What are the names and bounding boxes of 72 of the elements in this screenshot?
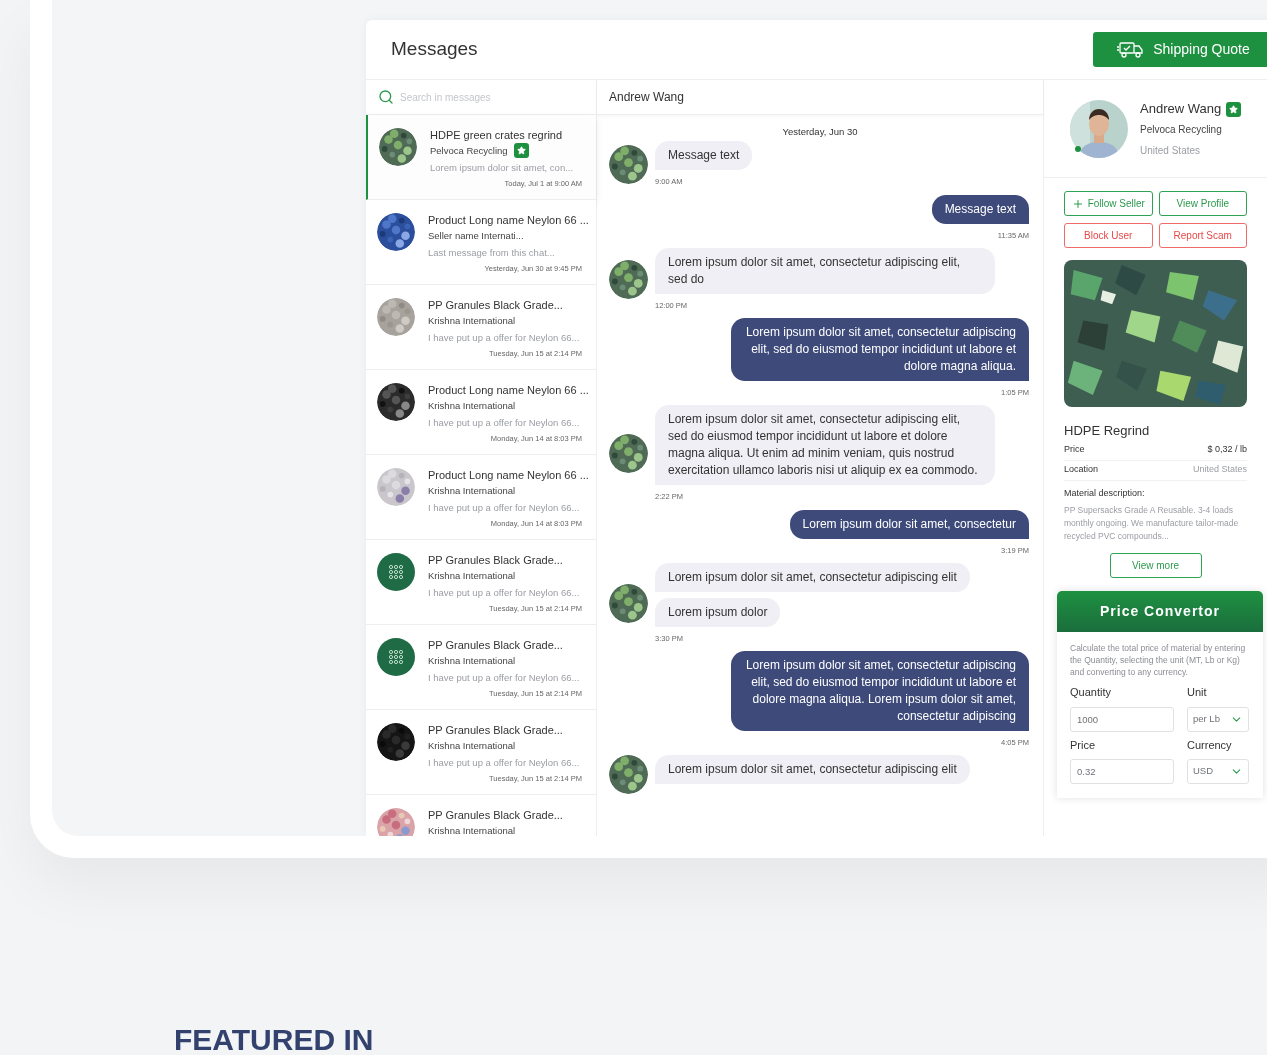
message-bubble: Lorem ipsum dolor	[655, 597, 781, 627]
grid-icon	[389, 565, 403, 579]
seller-name: Krishna International	[428, 399, 516, 413]
description-label: Material description:	[1064, 486, 1146, 500]
message-preview: I have put up a offer for Neylon 66...	[428, 331, 581, 344]
action-button[interactable]: Follow Seller	[1064, 191, 1153, 216]
profile-company: Pelvoca Recycling	[1140, 122, 1223, 137]
select-field[interactable]: per Lb	[1187, 706, 1249, 732]
message-preview: I have put up a offer for Neylon 66...	[428, 586, 581, 599]
seller-name: Krishna International	[428, 824, 516, 836]
search-icon	[378, 89, 394, 105]
shipping-quote-button[interactable]: Shipping Quote	[1093, 32, 1267, 67]
field-label: Currency	[1187, 737, 1233, 753]
conversation-item[interactable]: PP Granules Black Grade... Krishna International	[366, 795, 596, 836]
product-description: PP Supersacks Grade A Reusable. 3-4 loads monthly ongoing. We manufacture tailor-made recycled PVC compounds...	[1064, 504, 1240, 543]
detail-label: Location	[1064, 463, 1099, 477]
message-preview: I have put up a offer for Neylon 66...	[428, 416, 581, 429]
message-preview: I have put up a offer for Neylon 66...	[428, 756, 581, 769]
chat-contact-name: Andrew Wang	[609, 89, 684, 106]
action-button[interactable]: Report Scam	[1158, 223, 1247, 248]
page-title: Messages	[391, 37, 478, 62]
detail-value: $ 0,32 / lb	[1207, 443, 1247, 457]
seller-name: Krishna International	[428, 569, 516, 583]
input-field[interactable]: 0.32	[1070, 759, 1174, 784]
message-preview: Last message from this chat...	[428, 246, 556, 259]
seller-name: Pelvoca Recycling	[430, 144, 508, 158]
conversation-title: PP Granules Black Grade...	[428, 723, 564, 738]
message-preview: Lorem ipsum dolor sit amet, con...	[430, 161, 575, 174]
view-more-button[interactable]: View more	[1109, 553, 1202, 578]
field-label: Price	[1070, 737, 1097, 753]
detail-value: United States	[1192, 463, 1247, 477]
seller-name: Krishna International	[428, 654, 516, 668]
product-title: HDPE Regrind	[1064, 422, 1151, 440]
featured-heading: FEATURED IN	[174, 1023, 374, 1055]
converter-header: Price Convertor	[1057, 591, 1263, 632]
plus-icon	[1071, 197, 1084, 210]
message-bubble: Lorem ipsum dolor sit amet, consectetur	[789, 509, 1029, 539]
action-button[interactable]: View Profile	[1158, 191, 1247, 216]
message-bubble: Lorem ipsum dolor sit amet, consectetur adipiscing elit, sed do eiusmod tempor incididunt ut labore et dolore magna aliqua.	[731, 318, 1029, 381]
detail-label: Price	[1064, 443, 1085, 457]
conversation-title: Product Long name Neylon 66 ...	[428, 468, 590, 483]
profile-name: Andrew Wang	[1140, 100, 1222, 119]
converter-description: Calculate the total price of material by entering the Quantity, selecting the unit (MT, Lb or Kg) and converting to any currency.	[1070, 642, 1247, 678]
message-bubble: Lorem ipsum dolor sit amet, consectetur adipiscing elit	[655, 755, 970, 785]
message-bubble: Lorem ipsum dolor sit amet, consectetur adipiscing elit, sed do eiusmod tempor incididunt ut labore et dolore magna aliqua. Lorem ipsum dolor sit amet, consectetur adipiscing	[731, 651, 1029, 731]
action-button[interactable]: Block User	[1064, 223, 1153, 248]
seller-name: Krishna International	[428, 484, 516, 498]
message-bubble: Lorem ipsum dolor sit amet, consectetur adipiscing elit, sed do	[655, 247, 995, 294]
conversation-title: PP Granules Black Grade...	[428, 553, 564, 568]
message-preview: I have put up a offer for Neylon 66...	[428, 671, 581, 684]
message-bubble: Message text	[655, 141, 753, 171]
field-label: Quantity	[1070, 685, 1112, 700]
select-field[interactable]: USD	[1187, 759, 1249, 784]
input-field[interactable]: 1000	[1070, 706, 1174, 732]
seller-name: Krishna International	[428, 739, 516, 753]
conversation-title: Product Long name Neylon 66 ...	[428, 383, 590, 398]
seller-name: Seller name Internati...	[428, 229, 524, 243]
field-label: Unit	[1187, 685, 1208, 700]
conversation-title: PP Granules Black Grade...	[428, 638, 564, 653]
date-divider: Yesterday, Jun 30	[782, 125, 858, 139]
conversation-title: Product Long name Neylon 66 ...	[428, 213, 590, 228]
conversation-title: HDPE green crates regrind	[430, 128, 564, 143]
message-bubble: Message text	[931, 194, 1029, 224]
grid-icon	[389, 650, 403, 664]
profile-country: United States	[1140, 143, 1202, 158]
conversation-title: PP Granules Black Grade...	[428, 298, 564, 313]
seller-name: Krishna International	[428, 314, 516, 328]
message-preview: I have put up a offer for Neylon 66...	[428, 501, 581, 514]
message-bubble: Lorem ipsum dolor sit amet, consectetur adipiscing elit	[655, 562, 970, 592]
conversation-title: PP Granules Black Grade...	[428, 808, 564, 823]
message-bubble: Lorem ipsum dolor sit amet, consectetur adipiscing elit, sed do eiusmod tempor incididunt ut labore et dolore magna aliqua. Ut enim ad minim veniam, quis nostrud exercitation ullamco laboris nisi ut aliquip ex ea commodo.	[655, 405, 995, 486]
truck-icon	[1117, 40, 1146, 59]
